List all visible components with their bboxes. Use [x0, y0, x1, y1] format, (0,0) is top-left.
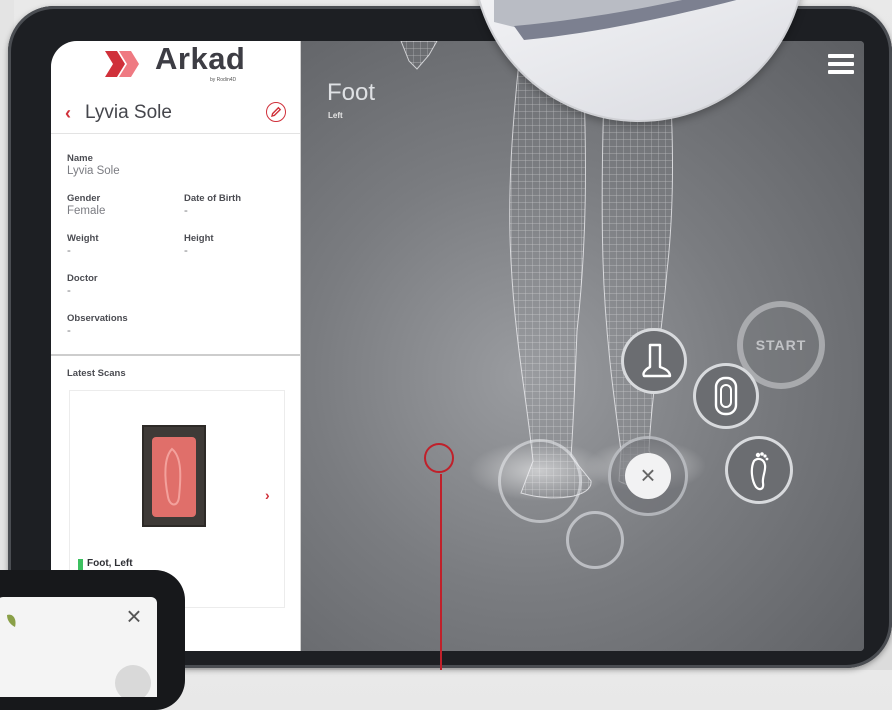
status-indicator: [78, 559, 83, 570]
pointer-line: [440, 474, 442, 670]
dob-value: -: [184, 205, 188, 217]
phone-device: ×: [0, 570, 185, 710]
patient-header: ‹ Lyvia Sole: [51, 93, 300, 134]
scan-thumbnail: [142, 425, 206, 527]
patient-name: Lyvia Sole: [85, 102, 172, 123]
height-label: Height: [184, 233, 214, 244]
back-button[interactable]: ‹: [65, 103, 71, 124]
observations-label: Observations: [67, 313, 128, 324]
tablet-screen: Arkad by Rodin4D ‹ Lyvia Sole Name Lyvia…: [51, 41, 864, 651]
phone-screen: ×: [0, 597, 157, 697]
weight-label: Weight: [67, 233, 99, 244]
viewer-title: Foot: [327, 79, 376, 106]
foot-top-icon: [750, 452, 769, 491]
hamburger-icon: [828, 70, 854, 74]
viewer-side: Left: [328, 111, 343, 120]
doctor-label: Doctor: [67, 273, 98, 284]
cancel-button[interactable]: ×: [608, 436, 688, 516]
height-value: -: [184, 245, 188, 257]
section-divider: [51, 354, 300, 356]
patient-sidebar: Arkad by Rodin4D ‹ Lyvia Sole Name Lyvia…: [51, 41, 301, 651]
foot-sole-icon: [714, 376, 738, 416]
hamburger-icon: [828, 54, 854, 58]
doctor-value: -: [67, 285, 71, 297]
close-icon: ×: [625, 453, 671, 499]
foot-selection-ring[interactable]: [498, 439, 582, 523]
name-label: Name: [67, 153, 93, 164]
pointer-ring: [424, 443, 454, 473]
latest-scans-label: Latest Scans: [67, 368, 126, 379]
sole-view-button[interactable]: [693, 363, 759, 429]
edit-button[interactable]: [266, 102, 286, 122]
weight-value: -: [67, 245, 71, 257]
observations-value: -: [67, 325, 71, 337]
dob-label: Date of Birth: [184, 193, 241, 204]
top-view-button[interactable]: [725, 436, 793, 504]
foot-scan-image: [152, 437, 196, 517]
logo-subtitle: by Rodin4D: [210, 77, 237, 83]
foot-side-icon: [642, 343, 672, 378]
tablet-device: Arkad by Rodin4D ‹ Lyvia Sole Name Lyvia…: [8, 6, 892, 668]
logo-wordmark: Arkad: [155, 41, 246, 76]
pencil-icon: [271, 106, 282, 117]
menu-button[interactable]: [828, 54, 854, 78]
secondary-ring[interactable]: [566, 511, 624, 569]
gender-label: Gender: [67, 193, 101, 204]
scan-caption: Foot, Left: [87, 558, 133, 569]
phone-close-button[interactable]: ×: [122, 603, 146, 629]
model-viewport[interactable]: Foot Left START ×: [301, 41, 864, 651]
side-view-button[interactable]: [621, 328, 687, 394]
name-value: Lyvia Sole: [67, 165, 120, 177]
next-scan-button[interactable]: ›: [265, 487, 270, 503]
gender-value: Female: [67, 205, 106, 217]
hamburger-icon: [828, 62, 854, 66]
plant-icon: [7, 614, 16, 627]
